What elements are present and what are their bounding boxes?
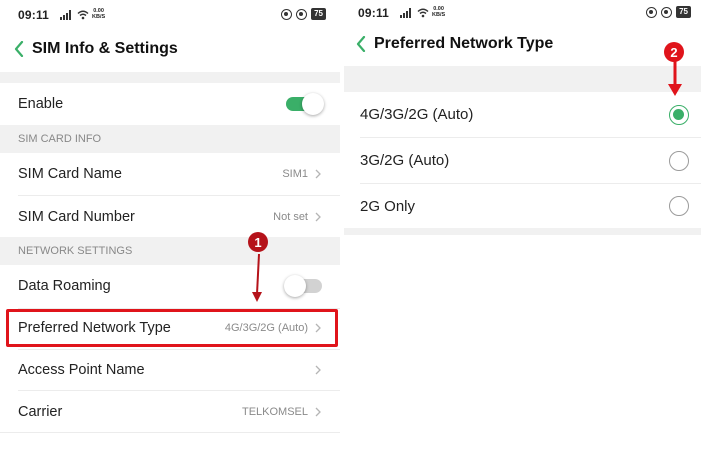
enable-label: Enable — [18, 96, 64, 112]
network-speed: 0.00 KB/S — [92, 8, 106, 20]
spacer — [0, 72, 340, 83]
enable-toggle[interactable] — [286, 93, 324, 115]
option-label: 2G Only — [360, 197, 416, 215]
radio-unselected[interactable] — [669, 196, 689, 216]
chevron-right-icon — [315, 212, 321, 221]
chevron-right-icon — [315, 169, 321, 179]
preferred-network-type-screen: 09:11 0.00 KB/S 75 Preferred Network Typ… — [344, 0, 701, 464]
network-option-4g-3g-2g[interactable]: 4G/3G/2G (Auto) — [344, 92, 701, 137]
preferred-network-type-label: Preferred Network Type — [18, 320, 171, 336]
app-header: SIM Info & Settings — [0, 37, 340, 61]
app-header: Preferred Network Type — [344, 32, 701, 56]
sim-card-name-value: SIM1 — [282, 168, 308, 180]
sim-card-number-label: SIM Card Number — [18, 208, 135, 225]
network-speed: 0.00 KB/S — [432, 6, 446, 18]
wifi-icon — [77, 10, 89, 19]
step-badge-2: 2 — [664, 42, 684, 62]
sim-card-number-value: Not set — [273, 210, 308, 223]
preferred-network-type-value: 4G/3G/2G (Auto) — [224, 322, 308, 334]
arrow-down-icon — [668, 60, 682, 96]
chevron-right-icon — [315, 407, 321, 416]
section-header-sim-card-info: SIM CARD INFO — [0, 125, 340, 153]
toggle-knob — [284, 275, 306, 297]
status-bar: 09:11 0.00 KB/S 75 — [344, 6, 701, 20]
status-time: 09:11 — [358, 6, 390, 20]
page-title: Preferred Network Type — [374, 35, 554, 52]
network-option-2g-only[interactable]: 2G Only — [344, 184, 701, 228]
step-badge-1: 1 — [248, 232, 268, 252]
status-right-icons: 75 — [281, 8, 326, 20]
spacer — [344, 228, 701, 235]
status-bar: 09:11 0.00 KB/S 75 — [0, 8, 340, 22]
radio-unselected[interactable] — [669, 150, 689, 171]
chevron-right-icon — [315, 365, 321, 375]
sim-info-settings-screen: 09:11 0.00 KB/S 75 SIM Info & Settings E… — [0, 0, 340, 464]
back-chevron-icon[interactable] — [8, 37, 30, 61]
alarm-icon — [646, 6, 658, 18]
sim-card-name-label: SIM Card Name — [18, 166, 122, 182]
option-label: 4G/3G/2G (Auto) — [360, 106, 474, 123]
carrier-label: Carrier — [18, 403, 63, 420]
section-header-network-settings: NETWORK SETTINGS — [0, 237, 340, 265]
spacer — [344, 66, 701, 92]
sim-card-number-row[interactable]: SIM Card Number Not set — [0, 196, 340, 237]
page-title: SIM Info & Settings — [32, 40, 178, 57]
alarm-icon — [281, 8, 293, 20]
sync-icon — [661, 6, 673, 18]
access-point-name-row[interactable]: Access Point Name — [0, 350, 340, 390]
network-option-3g-2g[interactable]: 3G/2G (Auto) — [344, 138, 701, 183]
signal-icon — [60, 9, 71, 20]
carrier-row[interactable]: Carrier TELKOMSEL — [0, 391, 340, 432]
divider — [0, 432, 340, 433]
arrow-down-icon — [252, 254, 262, 302]
wifi-icon — [417, 8, 429, 17]
signal-icon — [400, 7, 411, 18]
data-roaming-label: Data Roaming — [18, 278, 111, 294]
sync-icon — [296, 8, 308, 20]
battery-icon: 75 — [311, 8, 326, 20]
data-roaming-toggle[interactable] — [284, 275, 322, 297]
carrier-value: TELKOMSEL — [241, 405, 308, 418]
radio-selected[interactable] — [669, 104, 689, 125]
chevron-right-icon — [315, 323, 321, 333]
back-chevron-icon[interactable] — [350, 32, 372, 56]
data-roaming-row[interactable]: Data Roaming — [0, 265, 340, 307]
battery-icon: 75 — [676, 6, 691, 18]
status-icons: 0.00 KB/S — [60, 8, 106, 20]
status-icons: 0.00 KB/S — [400, 6, 446, 18]
status-time: 09:11 — [18, 8, 50, 22]
access-point-name-label: Access Point Name — [18, 362, 145, 378]
status-right-icons: 75 — [646, 6, 691, 18]
option-label: 3G/2G (Auto) — [360, 152, 450, 169]
toggle-knob — [302, 93, 324, 115]
enable-row[interactable]: Enable — [0, 83, 340, 125]
preferred-network-type-row[interactable]: Preferred Network Type 4G/3G/2G (Auto) — [0, 309, 340, 347]
sim-card-name-row[interactable]: SIM Card Name SIM1 — [0, 153, 340, 195]
